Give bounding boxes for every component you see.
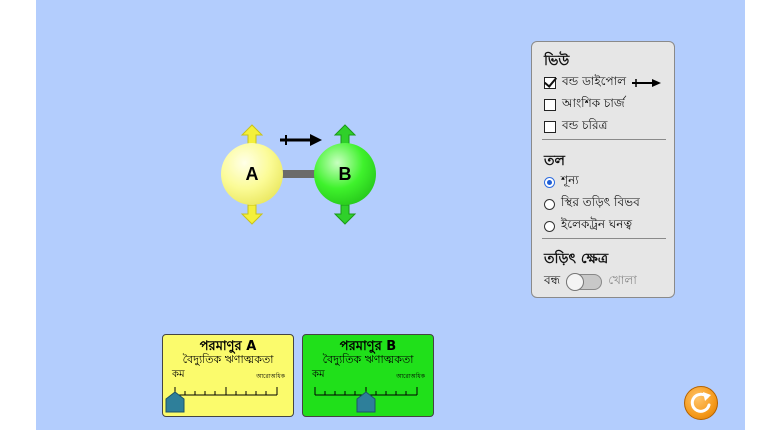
field-toggle-row: বন্ধ খোলা	[544, 272, 637, 292]
en-b-slider-thumb-icon[interactable]	[356, 391, 376, 413]
field-on-label: খোলা	[608, 273, 637, 287]
bond-character-checkbox[interactable]	[544, 121, 556, 133]
surface-electrostatic-radio[interactable]	[544, 198, 555, 210]
reset-button[interactable]	[684, 386, 718, 420]
atom-a[interactable]: A	[221, 143, 283, 205]
bond-dipole-label: বন্ড ডাইপোল	[562, 74, 627, 88]
view-option-bond-character[interactable]: বন্ড চরিত্র	[544, 117, 607, 137]
electronegativity-panel-b: পরমাণুর B বৈদ্যুতিক ঋণাত্মকতা কম আরোঅধিক	[302, 334, 434, 417]
toggle-knob[interactable]	[566, 273, 585, 291]
view-title: ভিউ	[544, 53, 570, 69]
panel-divider	[542, 139, 666, 140]
surface-option-electrostatic[interactable]: স্থির তড়িৎ বিভব	[544, 194, 640, 214]
dipole-legend-icon	[632, 79, 662, 87]
atom-a-label: A	[245, 163, 259, 184]
surface-none-label: শূন্য	[561, 173, 579, 187]
field-off-label: বন্ধ	[544, 273, 561, 287]
panel-divider	[542, 238, 666, 239]
dipole-arrow-icon	[280, 134, 322, 146]
surface-option-none[interactable]: শূন্য	[544, 172, 579, 192]
bond-character-label: বন্ড চরিত্র	[562, 118, 608, 132]
bond-dipole-checkbox[interactable]	[544, 77, 556, 89]
electronegativity-panel-a: পরমাণুর A বৈদ্যুতিক ঋণাত্মকতা কম আরোঅধিক	[162, 334, 294, 417]
field-toggle[interactable]	[566, 273, 603, 291]
surface-electron-density-label: ইলেকট্রন ঘনত্ব	[561, 217, 633, 231]
control-panel: ভিউ বন্ড ডাইপোল আংশিক চার্জ বন্ড চরিত্র …	[531, 41, 675, 298]
field-title: তড়িৎ ক্ষেত্র	[544, 251, 609, 267]
en-a-slider-thumb-icon[interactable]	[165, 391, 185, 413]
view-option-partial-charges[interactable]: আংশিক চার্জ	[544, 95, 625, 115]
view-option-bond-dipole[interactable]: বন্ড ডাইপোল	[544, 73, 662, 93]
en-a-slider-track[interactable]	[173, 381, 285, 399]
partial-charges-label: আংশিক চার্জ	[562, 96, 625, 110]
surface-option-electron-density[interactable]: ইলেকট্রন ঘনত্ব	[544, 216, 632, 236]
surface-electrostatic-label: স্থির তড়িৎ বিভব	[561, 195, 640, 209]
surface-none-radio[interactable]	[544, 176, 555, 188]
reset-icon	[690, 392, 711, 413]
atom-b-label: B	[338, 163, 352, 184]
surface-title: তল	[544, 153, 565, 169]
atom-b[interactable]: B	[314, 143, 376, 205]
surface-electron-density-radio[interactable]	[544, 220, 555, 232]
partial-charges-checkbox[interactable]	[544, 99, 556, 111]
